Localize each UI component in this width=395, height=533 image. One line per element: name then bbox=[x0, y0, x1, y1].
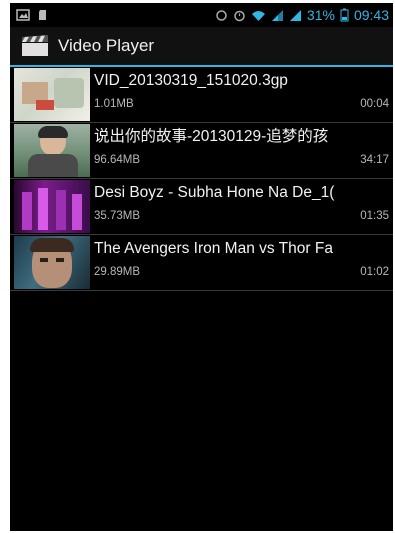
signal-icon bbox=[271, 9, 283, 21]
list-item[interactable]: Desi Boyz - Subha Hone Na De_1( 35.73MB … bbox=[10, 179, 393, 235]
video-title: The Avengers Iron Man vs Thor Fa bbox=[94, 240, 333, 257]
video-thumbnail bbox=[14, 236, 90, 289]
action-bar: Video Player bbox=[10, 27, 393, 67]
video-duration: 01:35 bbox=[360, 210, 389, 222]
clapperboard-icon bbox=[22, 35, 48, 56]
list-item[interactable]: 说出你的故事-20130129-追梦的孩 96.64MB 34:17 bbox=[10, 123, 393, 179]
video-thumbnail bbox=[14, 180, 90, 233]
sd-card-icon bbox=[39, 10, 46, 20]
video-duration: 00:04 bbox=[360, 98, 389, 110]
video-title: VID_20130319_151020.3gp bbox=[94, 72, 288, 89]
battery-percent: 31% bbox=[306, 7, 335, 23]
app-title: Video Player bbox=[58, 36, 155, 55]
phone-screen: 31% 09:43 Video Player VID_20130319_1510… bbox=[10, 3, 393, 531]
status-bar: 31% 09:43 bbox=[10, 3, 393, 27]
video-size: 96.64MB bbox=[94, 154, 141, 166]
wifi-icon bbox=[251, 10, 265, 21]
battery-icon bbox=[340, 8, 349, 22]
clock: 09:43 bbox=[353, 7, 389, 23]
list-item[interactable]: VID_20130319_151020.3gp 1.01MB 00:04 bbox=[10, 67, 393, 123]
video-duration: 34:17 bbox=[360, 154, 389, 166]
video-size: 29.89MB bbox=[94, 266, 141, 278]
video-list: VID_20130319_151020.3gp 1.01MB 00:04 说出你… bbox=[10, 67, 393, 291]
video-thumbnail bbox=[14, 124, 90, 177]
sync-icon bbox=[216, 9, 227, 21]
video-title: 说出你的故事-20130129-追梦的孩 bbox=[94, 128, 329, 145]
list-item[interactable]: The Avengers Iron Man vs Thor Fa 29.89MB… bbox=[10, 235, 393, 291]
video-duration: 01:02 bbox=[360, 266, 389, 278]
video-title: Desi Boyz - Subha Hone Na De_1( bbox=[94, 184, 335, 201]
video-size: 35.73MB bbox=[94, 210, 141, 222]
video-thumbnail bbox=[14, 68, 90, 121]
alarm-icon bbox=[234, 10, 245, 21]
image-icon bbox=[16, 9, 30, 21]
signal-icon bbox=[289, 9, 301, 21]
video-size: 1.01MB bbox=[94, 98, 134, 110]
